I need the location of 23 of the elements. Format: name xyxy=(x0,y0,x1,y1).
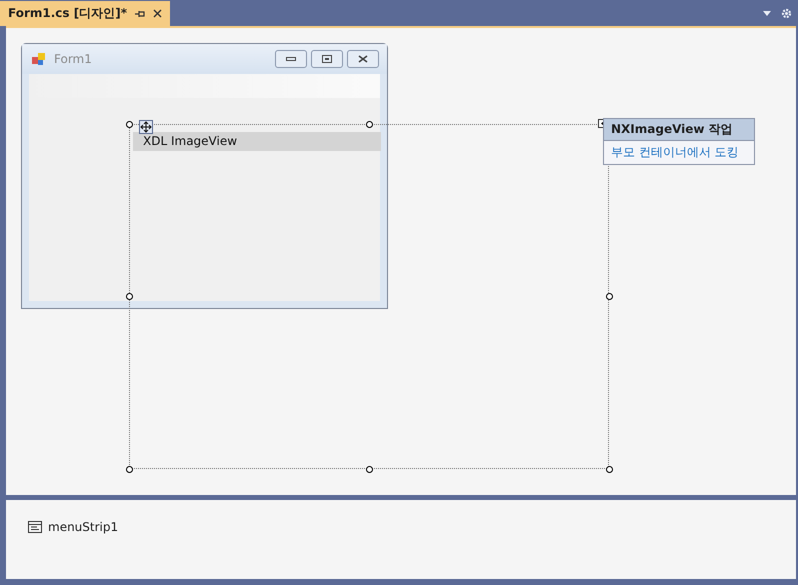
maximize-button[interactable] xyxy=(311,50,343,68)
settings-icon[interactable] xyxy=(781,8,792,18)
resize-handle[interactable] xyxy=(606,466,613,473)
smart-tag-title: NXImageView 작업 xyxy=(604,119,754,140)
document-tab[interactable]: Form1.cs [디자인]* xyxy=(0,1,170,26)
close-icon[interactable] xyxy=(152,9,162,18)
tray-component[interactable]: menuStrip1 xyxy=(28,520,796,534)
resize-handle[interactable] xyxy=(126,466,133,473)
minimize-icon xyxy=(286,57,296,61)
form-title: Form1 xyxy=(54,52,92,66)
form-icon xyxy=(32,52,46,66)
control-label: XDL ImageView xyxy=(133,132,381,151)
pin-icon[interactable] xyxy=(134,10,145,18)
dock-link[interactable]: 부모 컨테이너에서 도킹 xyxy=(604,140,754,164)
resize-handle[interactable] xyxy=(606,293,613,300)
menu-strip-icon xyxy=(28,521,42,533)
move-icon[interactable] xyxy=(139,120,153,134)
close-icon xyxy=(358,55,368,63)
resize-handle[interactable] xyxy=(366,466,373,473)
dropdown-icon[interactable] xyxy=(763,10,771,16)
minimize-button[interactable] xyxy=(275,50,307,68)
maximize-icon xyxy=(322,55,332,63)
close-button[interactable] xyxy=(347,50,379,68)
